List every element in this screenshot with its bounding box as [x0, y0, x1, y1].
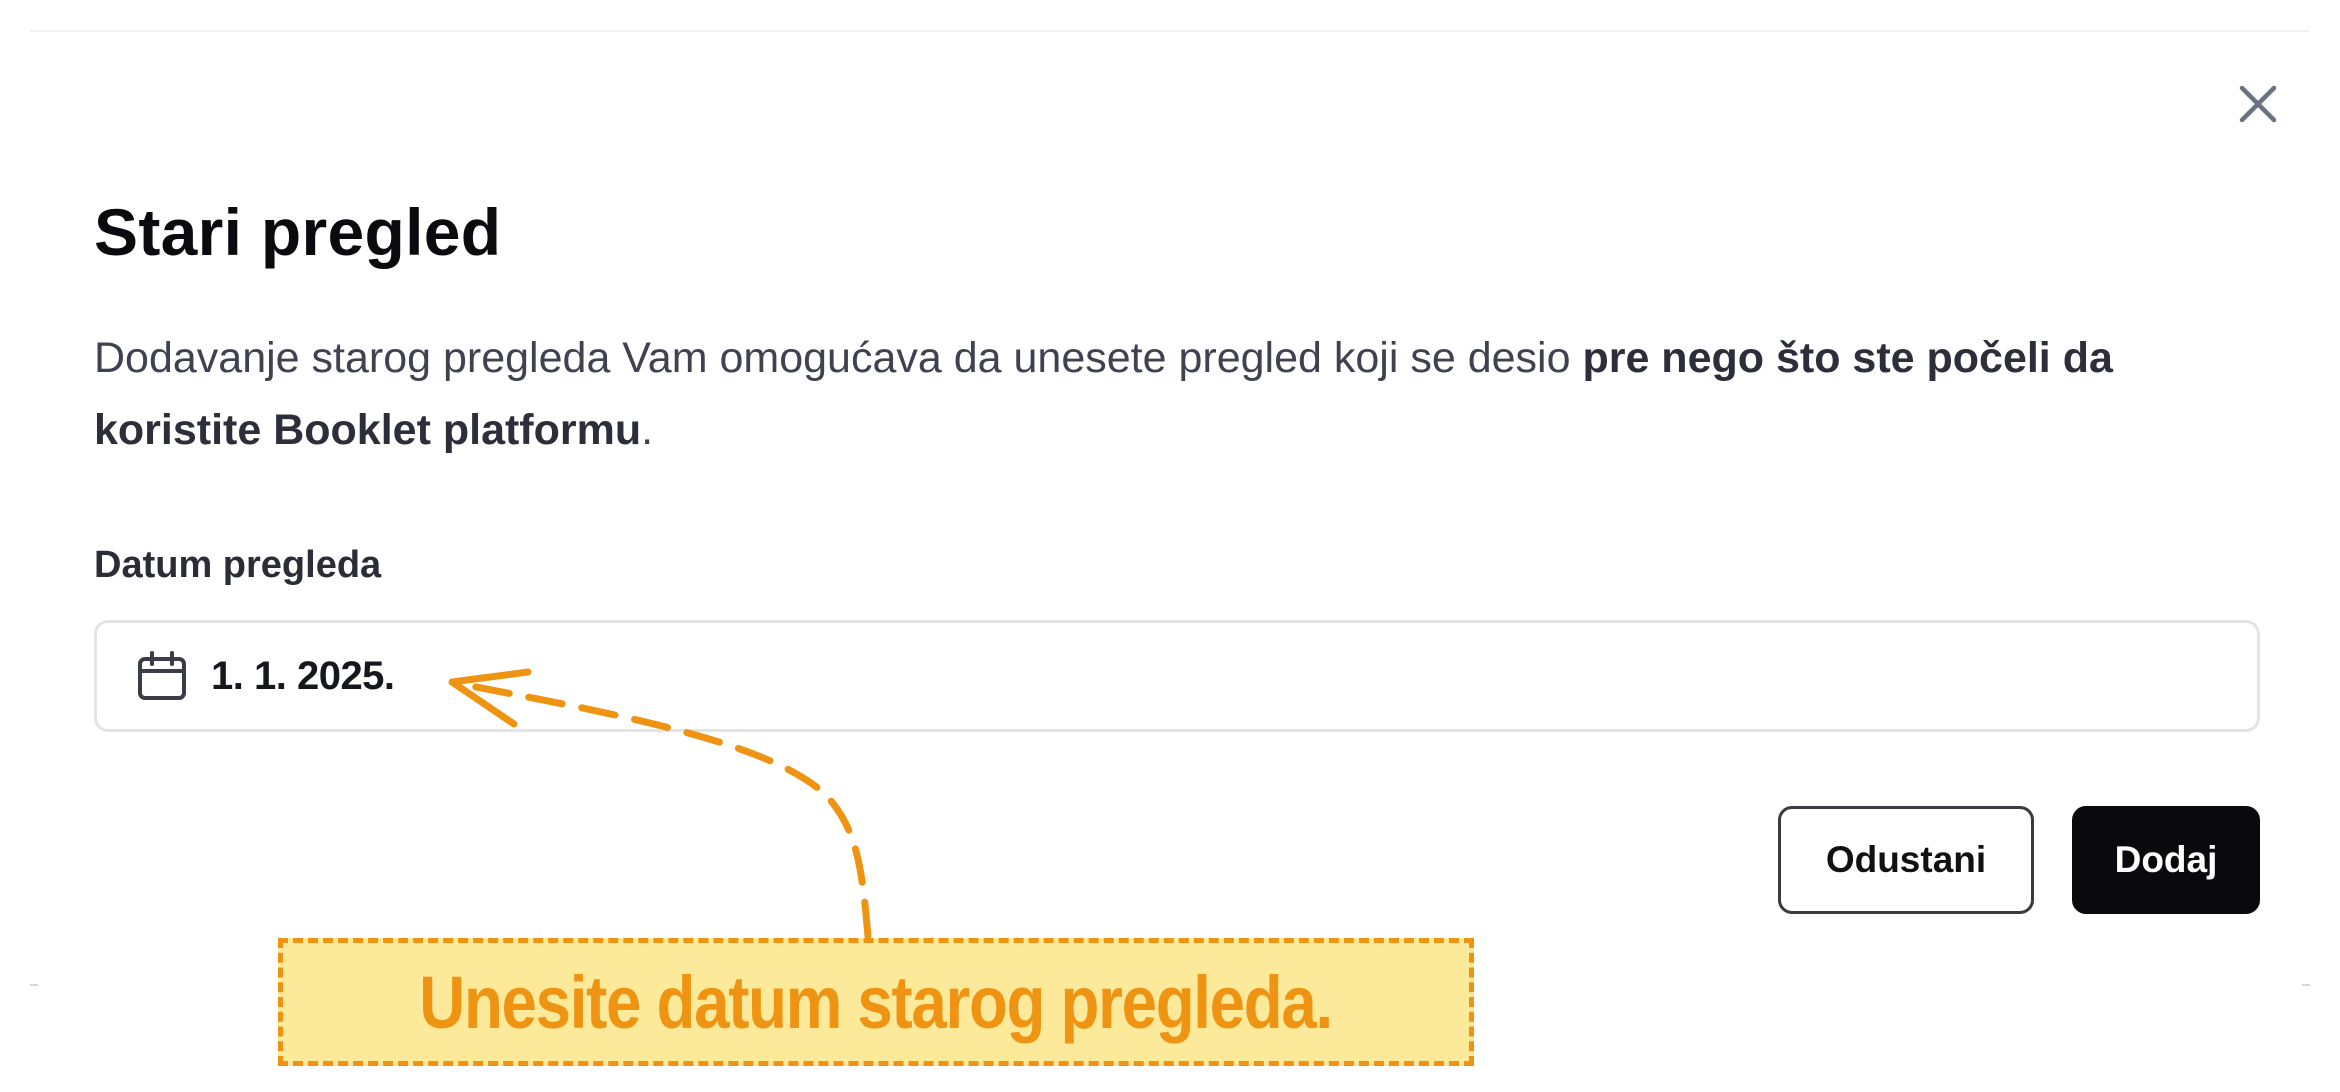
old-exam-dialog: Stari pregled Dodavanje starog pregleda … [0, 0, 2340, 1092]
dialog-title: Stari pregled [94, 195, 502, 269]
dialog-description: Dodavanje starog pregleda Vam omogućava … [94, 322, 2244, 466]
description-text: Dodavanje starog pregleda Vam omogućava … [94, 334, 1583, 382]
calendar-icon [138, 651, 186, 700]
annotation-text: Unesite datum starog pregleda. [419, 960, 1334, 1044]
description-end: . [641, 406, 654, 454]
exam-date-input[interactable]: 1. 1. 2025. [94, 620, 2260, 732]
date-field-label: Datum pregleda [94, 544, 382, 586]
date-value: 1. 1. 2025. [211, 653, 395, 698]
close-button[interactable] [2228, 74, 2288, 134]
close-icon [2239, 85, 2277, 123]
add-button[interactable]: Dodaj [2072, 806, 2260, 914]
annotation-callout: Unesite datum starog pregleda. [278, 938, 1474, 1066]
cancel-button[interactable]: Odustani [1778, 806, 2034, 914]
